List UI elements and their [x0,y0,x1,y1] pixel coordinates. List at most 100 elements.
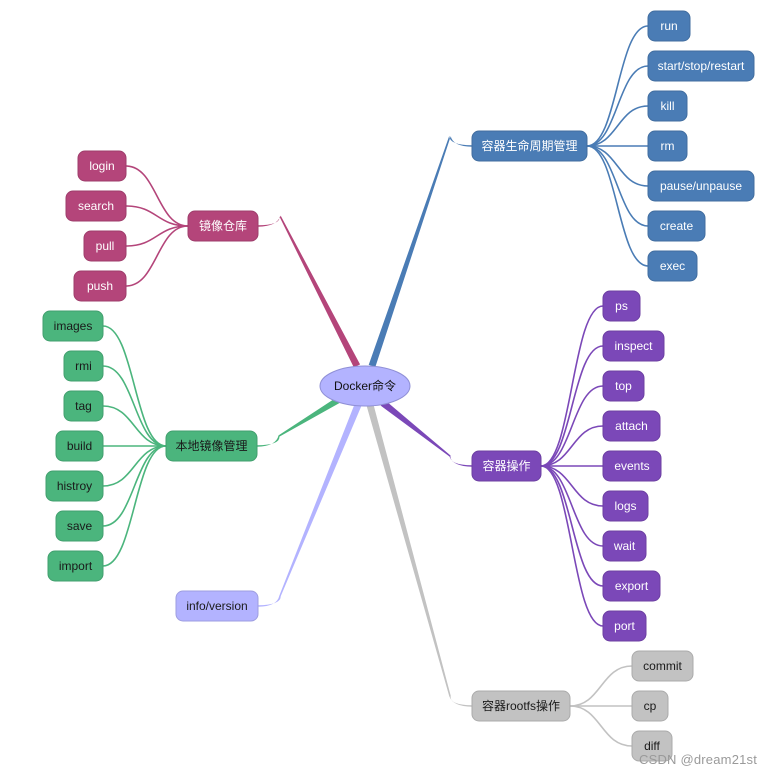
trunk-lifecycle [368,135,472,368]
leaf-top[interactable]: top [602,370,645,402]
leaf-search[interactable]: search [65,190,127,222]
leaf-images-label: images [54,319,93,333]
leaf-create[interactable]: create [647,210,706,242]
leaf-logs[interactable]: logs [602,490,649,522]
link-local-images-5 [102,445,167,527]
branch-info-label: info/version [186,599,247,613]
link-container-ops-8 [540,465,604,627]
leaf-inspect-label: inspect [614,339,653,353]
leaf-login[interactable]: login [77,150,127,182]
leaf-cp-label: cp [644,699,657,713]
leaf-events[interactable]: events [602,450,662,482]
leaf-exec-label: exec [660,259,685,273]
leaf-events-label: events [614,459,649,473]
leaf-rm-label: rm [661,139,675,153]
leaf-ps-label: ps [615,299,628,313]
leaf-start-stop-restart-label: start/stop/restart [658,59,745,73]
branch-rootfs[interactable]: 容器rootfs操作 [471,690,571,722]
root-node[interactable]: Docker命令 [319,365,411,407]
leaf-pause-unpause[interactable]: pause/unpause [647,170,755,202]
leaf-attach-label: attach [615,419,648,433]
leaf-search-label: search [78,199,114,213]
link-lifecycle-4 [586,145,649,187]
link-rootfs-0 [569,665,633,707]
root-label: Docker命令 [334,378,396,393]
leaf-tag-label: tag [75,399,92,413]
leaf-push-label: push [87,279,113,293]
branch-registry[interactable]: 镜像仓库 [187,210,259,242]
leaf-pull-label: pull [96,239,115,253]
link-container-ops-0 [540,305,604,467]
leaf-export[interactable]: export [602,570,661,602]
leaf-build-label: build [67,439,92,453]
trunk-local-images [257,393,348,447]
link-lifecycle-1 [586,65,649,147]
branch-info[interactable]: info/version [175,590,259,622]
leaf-import-label: import [59,559,93,573]
leaf-run-label: run [660,19,677,33]
link-container-ops-2 [540,385,604,467]
link-rootfs-2 [569,705,633,747]
leaf-histroy-label: histroy [57,479,92,493]
leaf-pause-unpause-label: pause/unpause [660,179,742,193]
leaf-rm[interactable]: rm [647,130,688,162]
leaf-save[interactable]: save [55,510,104,542]
leaf-wait-label: wait [613,539,636,553]
leaf-run[interactable]: run [647,10,691,42]
leaf-port[interactable]: port [602,610,647,642]
link-container-ops-1 [540,345,604,467]
leaf-exec[interactable]: exec [647,250,698,282]
leaf-login-label: login [89,159,114,173]
trunk-info [258,403,362,607]
link-lifecycle-6 [586,145,649,267]
branch-local-images[interactable]: 本地镜像管理 [165,430,258,462]
leaf-port-label: port [614,619,635,633]
link-local-images-2 [102,405,167,447]
leaf-ps[interactable]: ps [602,290,641,322]
branch-lifecycle[interactable]: 容器生命周期管理 [471,130,588,162]
leaf-create-label: create [660,219,694,233]
link-local-images-1 [102,365,167,447]
leaf-start-stop-restart[interactable]: start/stop/restart [647,50,755,82]
leaf-pull[interactable]: pull [83,230,127,262]
trunk-rootfs [366,404,472,707]
branch-container-ops-label: 容器操作 [482,458,530,473]
link-local-images-4 [102,445,167,487]
link-local-images-6 [102,445,167,567]
trunk-registry [258,215,361,368]
leaf-commit-label: commit [643,659,682,673]
leaf-export-label: export [615,579,649,593]
leaf-rmi[interactable]: rmi [63,350,104,382]
link-registry-0 [125,165,189,227]
leaf-inspect[interactable]: inspect [602,330,665,362]
leaf-kill[interactable]: kill [647,90,688,122]
branch-container-ops[interactable]: 容器操作 [471,450,542,482]
leaf-kill-label: kill [661,99,675,113]
leaf-save-label: save [67,519,93,533]
link-container-ops-6 [540,465,604,547]
link-registry-3 [125,225,189,287]
leaf-cp[interactable]: cp [631,690,669,722]
leaf-push[interactable]: push [73,270,127,302]
trunk-container-ops [380,400,472,467]
link-lifecycle-5 [586,145,649,227]
leaf-import[interactable]: import [47,550,104,582]
watermark: CSDN @dream21st [639,752,758,767]
leaf-tag[interactable]: tag [63,390,104,422]
leaf-wait[interactable]: wait [602,530,647,562]
leaf-attach[interactable]: attach [602,410,661,442]
branch-rootfs-label: 容器rootfs操作 [482,698,560,713]
leaf-build[interactable]: build [55,430,104,462]
leaf-images[interactable]: images [42,310,104,342]
leaf-histroy[interactable]: histroy [45,470,104,502]
link-local-images-0 [102,325,167,447]
link-lifecycle-0 [586,25,649,147]
branch-registry-label: 镜像仓库 [199,218,247,233]
leaf-top-label: top [615,379,632,393]
branch-local-images-label: 本地镜像管理 [175,438,247,453]
leaf-rmi-label: rmi [75,359,92,373]
leaf-commit[interactable]: commit [631,650,694,682]
leaf-logs-label: logs [614,499,636,513]
link-lifecycle-2 [586,105,649,147]
branch-lifecycle-label: 容器生命周期管理 [481,138,577,153]
